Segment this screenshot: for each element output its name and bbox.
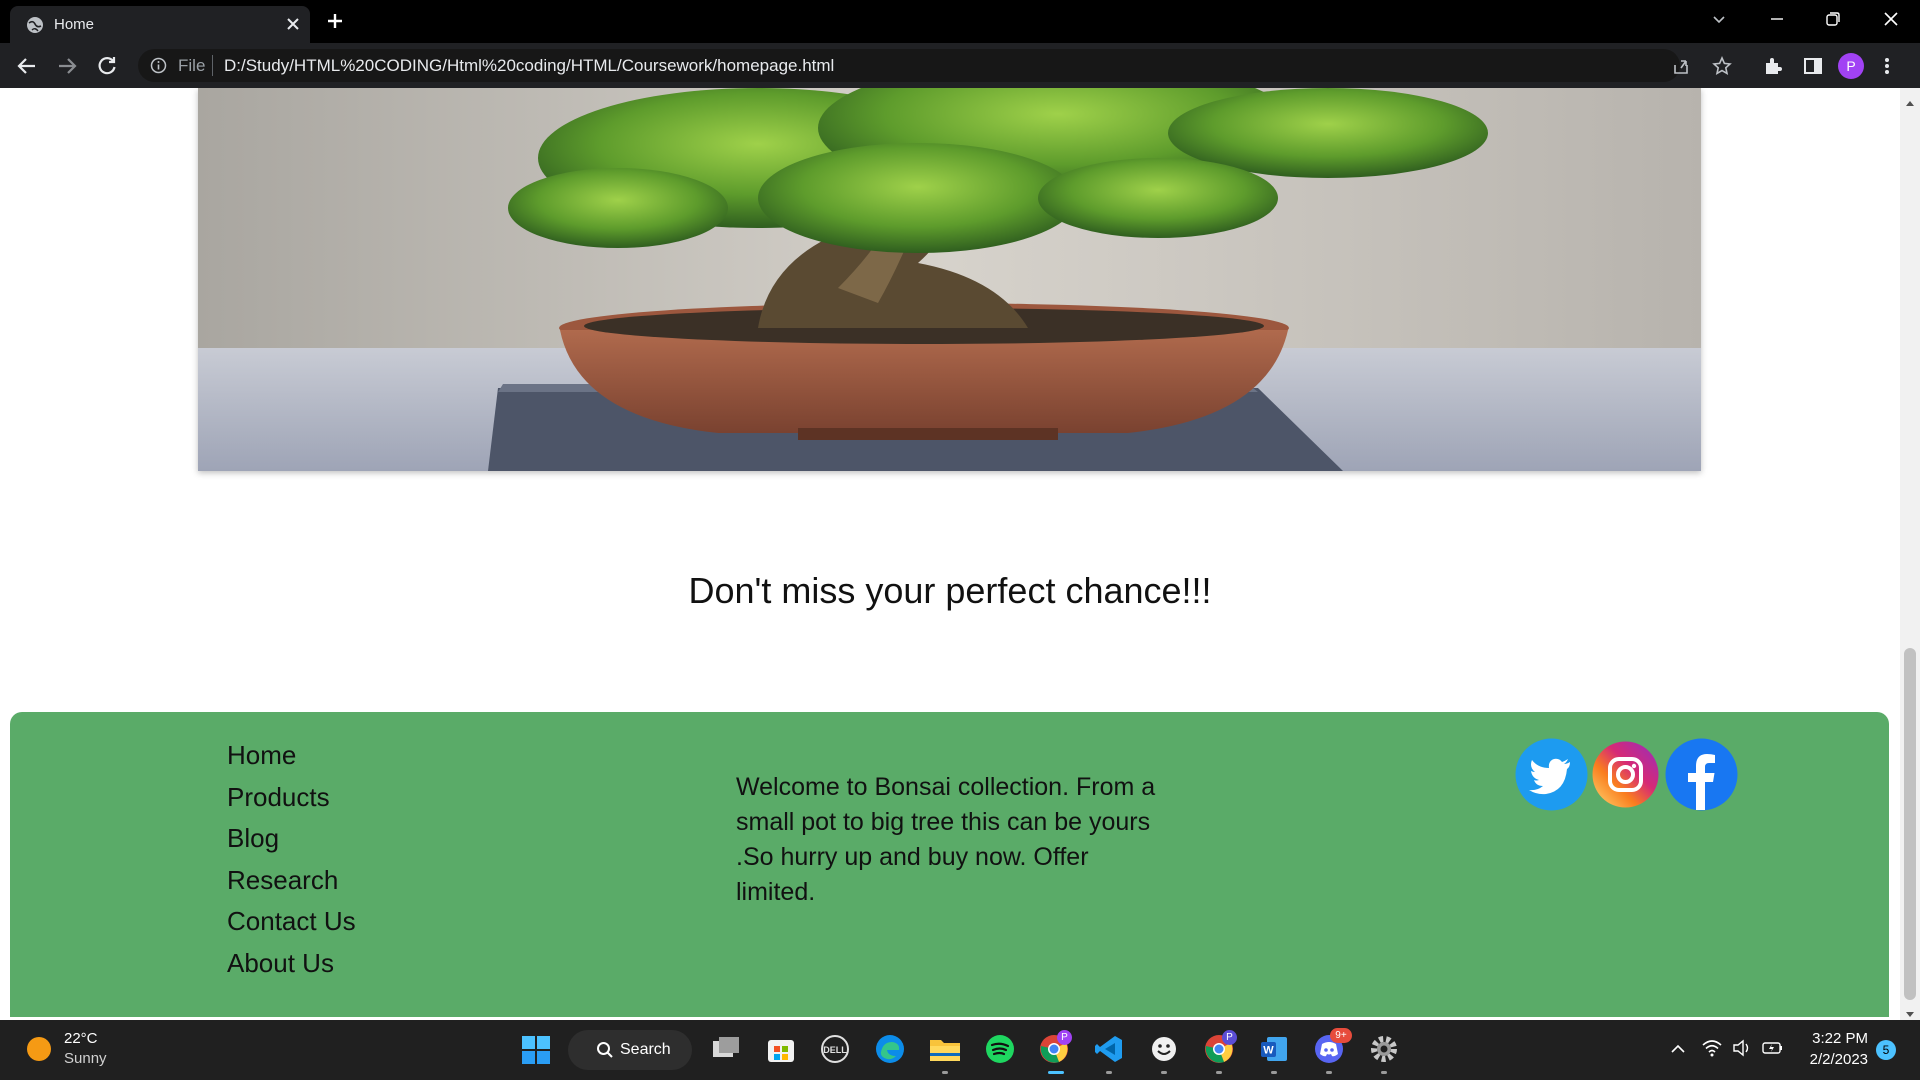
new-tab-icon[interactable]: [326, 12, 344, 35]
footer-link-products[interactable]: Products: [227, 782, 356, 824]
running-indicator: [1381, 1071, 1387, 1074]
running-indicator: [942, 1071, 948, 1074]
tab-search-chevron-icon[interactable]: [1710, 10, 1728, 33]
bookmark-star-icon[interactable]: [1712, 56, 1732, 81]
tab-title: Home: [54, 16, 95, 33]
page-viewport: Don't miss your perfect chance!!! Home P…: [0, 88, 1900, 1020]
footer-description: Welcome to Bonsai collection. From a sma…: [736, 773, 1156, 906]
side-panel-icon[interactable]: [1802, 55, 1824, 82]
extensions-icon[interactable]: [1762, 55, 1784, 82]
url-text[interactable]: D:/Study/HTML%20CODING/Html%20coding/HTM…: [224, 56, 834, 76]
spotify-icon[interactable]: [985, 1034, 1015, 1069]
scroll-up-arrow-icon[interactable]: [1905, 94, 1915, 112]
profile-avatar[interactable]: P: [1838, 53, 1864, 79]
vscode-icon[interactable]: [1094, 1034, 1124, 1069]
browser-tabstrip: Home: [0, 0, 1920, 43]
microsoft-store-icon[interactable]: [766, 1034, 796, 1069]
globe-icon: [26, 16, 44, 39]
footer-link-research[interactable]: Research: [227, 865, 356, 907]
facebook-icon[interactable]: [1665, 738, 1738, 811]
weather-temperature[interactable]: 22°C: [64, 1030, 98, 1047]
clock-date[interactable]: 2/2/2023: [1802, 1051, 1868, 1068]
footer-link-blog[interactable]: Blog: [227, 823, 356, 865]
info-icon[interactable]: [150, 57, 167, 79]
scroll-thumb[interactable]: [1904, 648, 1916, 1000]
window-close-icon[interactable]: [1882, 10, 1900, 33]
svg-text:DELL: DELL: [823, 1045, 847, 1055]
chrome-second-profile-badge: P: [1222, 1030, 1237, 1045]
sun-weather-icon[interactable]: [26, 1036, 52, 1067]
search-label: Search: [620, 1041, 671, 1058]
tagline: Don't miss your perfect chance!!!: [688, 570, 1212, 611]
minimize-icon[interactable]: [1768, 10, 1786, 33]
reload-icon[interactable]: [96, 55, 118, 82]
divider: [212, 55, 213, 76]
volume-icon[interactable]: [1732, 1039, 1752, 1062]
svg-text:W: W: [1263, 1045, 1274, 1057]
twitter-icon[interactable]: [1515, 738, 1588, 811]
running-indicator: [1161, 1071, 1167, 1074]
clock-time[interactable]: 3:22 PM: [1810, 1030, 1868, 1047]
bonsai-illustration: [198, 88, 1701, 471]
emoji-app-icon[interactable]: [1149, 1034, 1179, 1069]
back-arrow-icon[interactable]: [16, 55, 38, 82]
footer-link-about-us[interactable]: About Us: [227, 948, 356, 990]
windows-taskbar: 22°C Sunny Search DELL P P W 9+ 3:22 PM …: [0, 1020, 1920, 1080]
restore-icon[interactable]: [1824, 10, 1842, 33]
menu-kebab-icon[interactable]: [1882, 55, 1892, 82]
site-footer: Home Products Blog Research Contact Us A…: [10, 712, 1889, 1017]
active-indicator: [1048, 1071, 1064, 1074]
weather-description[interactable]: Sunny: [64, 1050, 107, 1067]
word-icon[interactable]: W: [1259, 1034, 1289, 1069]
windows-start-icon[interactable]: [522, 1036, 550, 1069]
notification-badge[interactable]: 5: [1876, 1040, 1896, 1060]
hero-image: [198, 88, 1701, 471]
browser-toolbar: File D:/Study/HTML%20CODING/Html%20codin…: [0, 43, 1920, 88]
tab-home[interactable]: Home: [10, 6, 310, 43]
taskbar-search[interactable]: Search: [568, 1030, 692, 1070]
footer-nav: Home Products Blog Research Contact Us A…: [227, 740, 356, 989]
discord-badge: 9+: [1330, 1028, 1352, 1043]
share-icon[interactable]: [1671, 56, 1691, 81]
chevron-up-icon[interactable]: [1670, 1041, 1686, 1062]
page-scrollbar[interactable]: [1900, 88, 1920, 1020]
instagram-icon[interactable]: [1592, 741, 1659, 808]
footer-link-contact-us[interactable]: Contact Us: [227, 906, 356, 948]
file-explorer-icon[interactable]: [929, 1034, 961, 1069]
dell-icon[interactable]: DELL: [820, 1034, 850, 1069]
running-indicator: [1326, 1071, 1332, 1074]
running-indicator: [1106, 1071, 1112, 1074]
battery-icon[interactable]: [1762, 1039, 1784, 1062]
close-icon[interactable]: [284, 15, 302, 38]
scheme-label: File: [178, 56, 206, 75]
wifi-icon[interactable]: [1702, 1039, 1722, 1062]
running-indicator: [1216, 1071, 1222, 1074]
search-icon: [596, 1041, 614, 1064]
settings-gear-icon[interactable]: [1369, 1034, 1399, 1069]
edge-browser-icon[interactable]: [875, 1034, 905, 1069]
running-indicator: [1271, 1071, 1277, 1074]
task-view-icon[interactable]: [711, 1034, 741, 1069]
chrome-profile-badge: P: [1057, 1030, 1072, 1045]
footer-link-home[interactable]: Home: [227, 740, 356, 782]
address-bar[interactable]: File D:/Study/HTML%20CODING/Html%20codin…: [138, 49, 1732, 82]
forward-arrow-icon[interactable]: [56, 55, 78, 82]
